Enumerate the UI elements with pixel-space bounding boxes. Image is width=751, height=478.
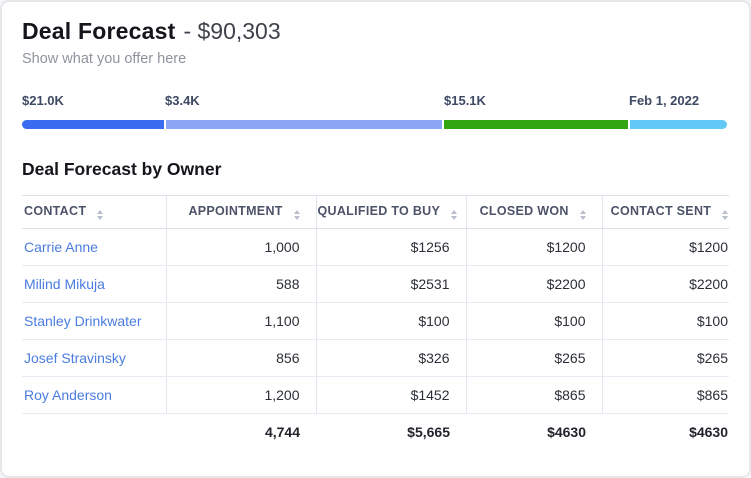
total-contact-sent: $4630 <box>602 414 729 451</box>
table-row: Stanley Drinkwater 1,100 $100 $100 $100 <box>22 303 729 340</box>
cell-closed-won: $865 <box>466 377 602 414</box>
contact-link[interactable]: Roy Anderson <box>22 377 166 414</box>
sort-icon[interactable] <box>97 210 103 220</box>
cell-closed-won: $265 <box>466 340 602 377</box>
deal-forecast-card: Deal Forecast - $90,303 Show what you of… <box>0 0 751 478</box>
total-closed-won: $4630 <box>466 414 602 451</box>
segment-label: $15.1K <box>444 93 486 108</box>
cell-closed-won: $100 <box>466 303 602 340</box>
table-header-row: CONTACT APPOINTMENT QUALIFIED TO BUY CLO… <box>22 196 729 229</box>
card-header: Deal Forecast - $90,303 <box>22 18 729 45</box>
page-title: Deal Forecast <box>22 18 175 45</box>
column-header-closed-won[interactable]: CLOSED WON <box>466 196 602 229</box>
cell-qualified: $1452 <box>316 377 466 414</box>
progress-segment-green[interactable] <box>444 120 628 129</box>
cell-appointment: 1,200 <box>166 377 316 414</box>
stacked-progress-bar <box>22 120 727 129</box>
cell-qualified: $100 <box>316 303 466 340</box>
deal-forecast-table: CONTACT APPOINTMENT QUALIFIED TO BUY CLO… <box>22 195 729 451</box>
contact-link[interactable]: Stanley Drinkwater <box>22 303 166 340</box>
cell-appointment: 856 <box>166 340 316 377</box>
cell-contact-sent: $1200 <box>602 229 729 266</box>
column-header-contact-sent[interactable]: CONTACT SENT <box>602 196 729 229</box>
table-row: Carrie Anne 1,000 $1256 $1200 $1200 <box>22 229 729 266</box>
forecast-progress-section: $21.0K $3.4K $15.1K Feb 1, 2022 <box>22 93 729 129</box>
totals-empty-cell <box>22 414 166 451</box>
cell-appointment: 1,100 <box>166 303 316 340</box>
cell-closed-won: $2200 <box>466 266 602 303</box>
progress-segment-blue[interactable] <box>22 120 164 129</box>
cell-appointment: 588 <box>166 266 316 303</box>
segment-label: $21.0K <box>22 93 64 108</box>
page-subtitle: Show what you offer here <box>22 51 729 67</box>
column-header-appointment[interactable]: APPOINTMENT <box>166 196 316 229</box>
sort-icon[interactable] <box>722 210 728 220</box>
cell-appointment: 1,000 <box>166 229 316 266</box>
cell-contact-sent: $100 <box>602 303 729 340</box>
table-row: Milind Mikuja 588 $2531 $2200 $2200 <box>22 266 729 303</box>
total-qualified: $5,665 <box>316 414 466 451</box>
segment-label: $3.4K <box>165 93 200 108</box>
progress-segment-sky[interactable] <box>630 120 727 129</box>
table-totals-row: 4,744 $5,665 $4630 $4630 <box>22 414 729 451</box>
cell-closed-won: $1200 <box>466 229 602 266</box>
cell-qualified: $326 <box>316 340 466 377</box>
cell-qualified: $1256 <box>316 229 466 266</box>
cell-contact-sent: $265 <box>602 340 729 377</box>
sort-icon[interactable] <box>294 210 300 220</box>
cell-contact-sent: $865 <box>602 377 729 414</box>
cell-contact-sent: $2200 <box>602 266 729 303</box>
cell-qualified: $2531 <box>316 266 466 303</box>
forecast-total-amount: - $90,303 <box>183 18 280 45</box>
table-row: Roy Anderson 1,200 $1452 $865 $865 <box>22 377 729 414</box>
segment-label: Feb 1, 2022 <box>629 93 699 108</box>
total-appointment: 4,744 <box>166 414 316 451</box>
contact-link[interactable]: Josef Stravinsky <box>22 340 166 377</box>
sort-icon[interactable] <box>451 210 457 220</box>
progress-labels: $21.0K $3.4K $15.1K Feb 1, 2022 <box>22 93 729 111</box>
table-section-title: Deal Forecast by Owner <box>22 159 729 180</box>
table-row: Josef Stravinsky 856 $326 $265 $265 <box>22 340 729 377</box>
contact-link[interactable]: Milind Mikuja <box>22 266 166 303</box>
column-header-qualified-to-buy[interactable]: QUALIFIED TO BUY <box>316 196 466 229</box>
column-header-contact[interactable]: CONTACT <box>22 196 166 229</box>
sort-icon[interactable] <box>580 210 586 220</box>
progress-segment-lightblue[interactable] <box>166 120 442 129</box>
contact-link[interactable]: Carrie Anne <box>22 229 166 266</box>
